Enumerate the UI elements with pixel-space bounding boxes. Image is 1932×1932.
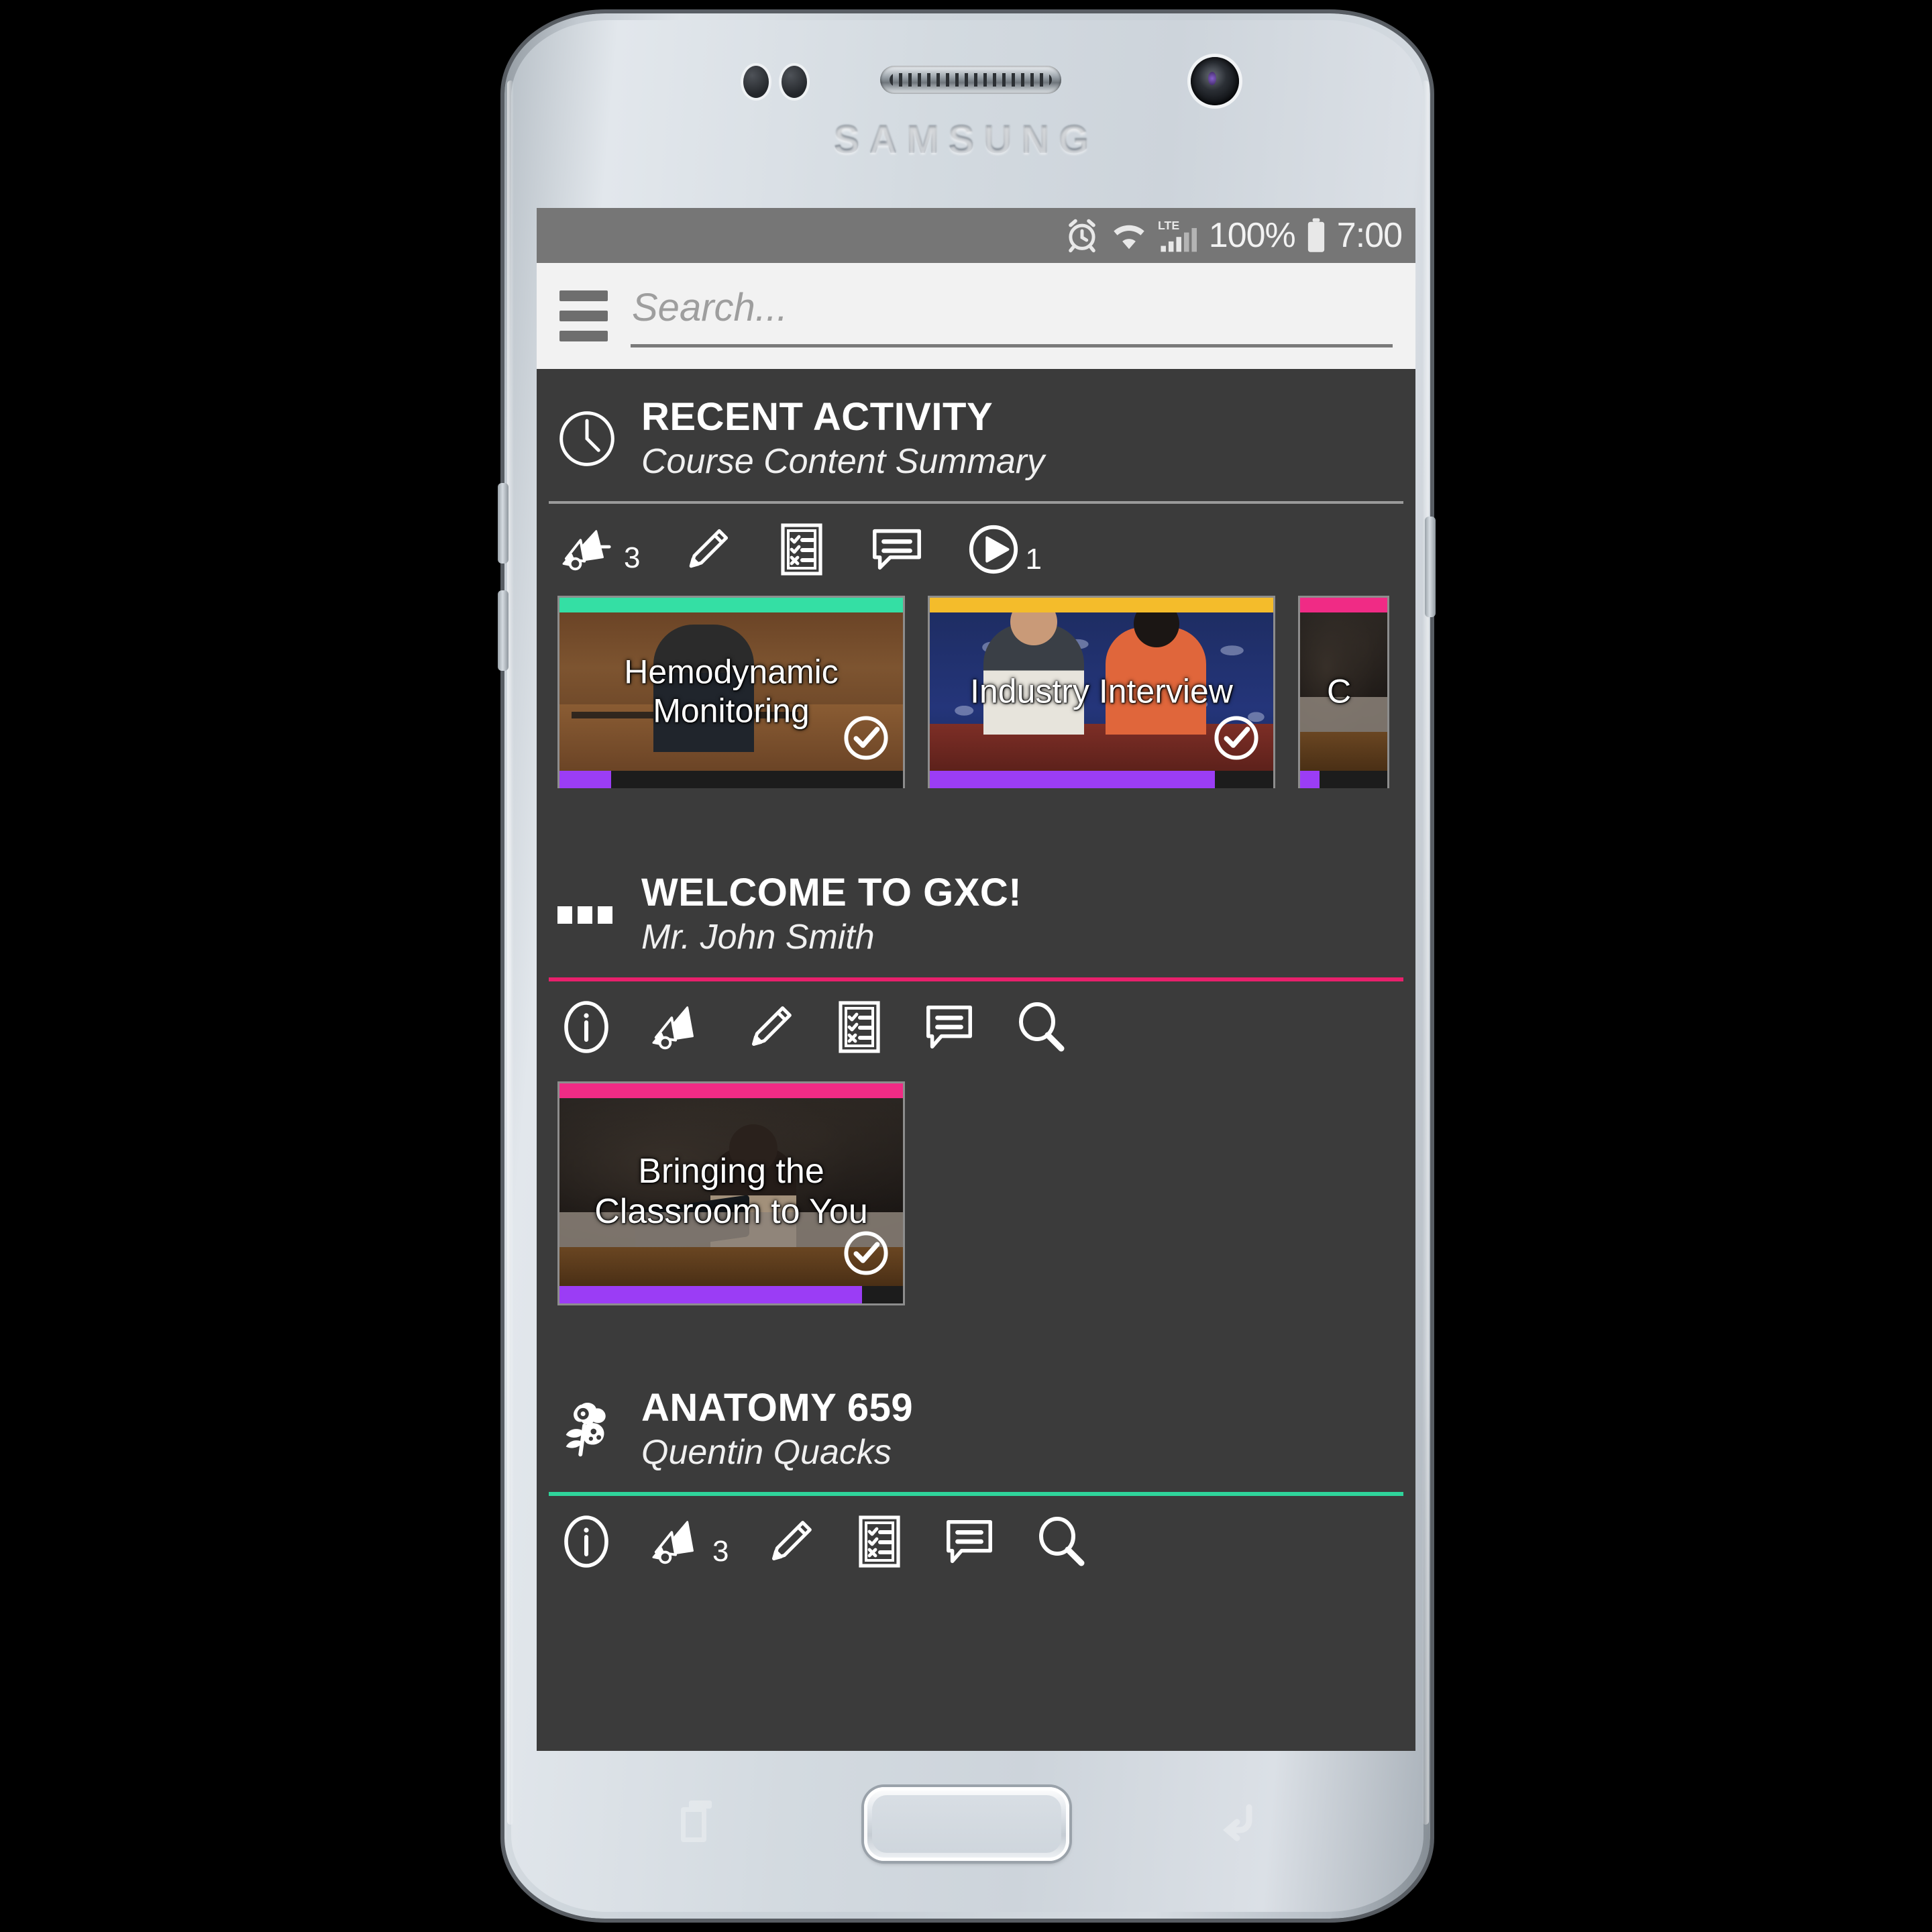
section-header-welcome-gxc[interactable]: WELCOME TO GXC! Mr. John Smith: [537, 845, 1415, 970]
volume-up-button[interactable]: [498, 483, 508, 564]
section-title: WELCOME TO GXC!: [641, 871, 1022, 915]
info-icon[interactable]: [559, 999, 613, 1055]
section-subtitle: Mr. John Smith: [641, 918, 875, 957]
checklist-icon[interactable]: [775, 521, 828, 578]
battery-full-icon: [1305, 217, 1328, 254]
screenshot-canvas: SAMSUNG LTE 100% 7:00 Search... RECENT A…: [0, 0, 1932, 1932]
card-progress-fill: [559, 1285, 862, 1303]
flower-icon: [555, 1398, 619, 1461]
alarm-clock-icon: [1064, 217, 1100, 254]
checklist-icon[interactable]: [853, 1513, 906, 1570]
back-arrow-icon[interactable]: [1214, 1796, 1261, 1845]
card-thumbnail: Industry Interview: [930, 612, 1273, 771]
proximity-sensor-icon: [743, 66, 769, 98]
power-button[interactable]: [1425, 517, 1436, 617]
phone-screen: LTE 100% 7:00 Search... RECENT ACTIVITY …: [537, 208, 1415, 1751]
card-title: C: [1327, 672, 1352, 710]
card-thumbnail: Bringing the Classroom to You: [559, 1097, 903, 1286]
clock-time-label: 7:00: [1336, 216, 1403, 255]
card-thumbnail: C: [1300, 612, 1387, 771]
chat-icon[interactable]: [920, 1000, 978, 1055]
recents-icon[interactable]: [674, 1798, 713, 1845]
section-header-anatomy-659[interactable]: ANATOMY 659 Quentin Quacks: [537, 1360, 1415, 1485]
card-list-gxc[interactable]: Bringing the Classroom to You: [537, 1065, 1415, 1303]
section-header-recent-activity[interactable]: RECENT ACTIVITY Course Content Summary: [537, 369, 1415, 494]
content-scroll-area[interactable]: RECENT ACTIVITY Course Content Summary 3: [537, 369, 1415, 1751]
megaphone-icon[interactable]: 3: [648, 1514, 729, 1569]
chat-icon[interactable]: [868, 523, 926, 576]
action-icon-row-gxc: [537, 981, 1415, 1065]
card-thumbnail: Hemodynamic Monitoring: [559, 612, 903, 771]
card-title: Industry Interview: [970, 672, 1233, 710]
hamburger-menu-icon[interactable]: [559, 290, 608, 341]
megaphone-icon[interactable]: 3: [559, 523, 640, 576]
section-subtitle: Course Content Summary: [641, 441, 1045, 481]
card-progress-fill: [930, 771, 1215, 789]
card-accent-bar: [559, 1083, 903, 1098]
card-progress-track: [559, 1285, 903, 1303]
home-button[interactable]: [864, 1787, 1069, 1861]
completed-check-icon: [844, 716, 888, 761]
card-progress-track: [930, 771, 1273, 789]
info-icon[interactable]: [559, 1513, 613, 1570]
volume-down-button[interactable]: [498, 590, 508, 671]
pencil-icon[interactable]: [743, 999, 798, 1055]
completed-check-icon: [844, 1231, 888, 1275]
battery-percent-label: 100%: [1208, 216, 1296, 255]
content-card[interactable]: Hemodynamic Monitoring: [559, 598, 903, 789]
badge-count: 3: [712, 1535, 729, 1568]
action-icon-row-anatomy: 3: [537, 1496, 1415, 1579]
card-progress-fill: [1300, 771, 1320, 789]
badge-count: 3: [624, 541, 641, 575]
status-bar: LTE 100% 7:00: [537, 208, 1415, 263]
section-subtitle: Quentin Quacks: [641, 1432, 892, 1472]
search-icon[interactable]: [1013, 999, 1069, 1055]
card-accent-bar: [930, 598, 1273, 613]
card-carousel-recent[interactable]: Hemodynamic Monitoring Industry Intervie…: [537, 587, 1415, 789]
megaphone-icon[interactable]: [648, 1000, 708, 1055]
cellular-signal-icon: LTE: [1158, 217, 1199, 254]
svg-text:LTE: LTE: [1158, 219, 1179, 232]
front-camera-icon: [1191, 57, 1239, 105]
card-accent-bar: [1300, 598, 1387, 613]
completed-check-icon: [1214, 716, 1258, 761]
badge-count: 1: [1025, 543, 1042, 576]
card-title: Bringing the Classroom to You: [594, 1152, 868, 1231]
action-icon-row-recent: 3 1: [537, 504, 1415, 587]
card-accent-bar: [559, 598, 903, 613]
search-icon[interactable]: [1033, 1513, 1089, 1570]
card-progress-track: [1300, 771, 1387, 789]
play-icon[interactable]: 1: [966, 522, 1042, 577]
checklist-icon[interactable]: [833, 999, 885, 1055]
section-title: ANATOMY 659: [641, 1385, 914, 1430]
earpiece-speaker: [880, 66, 1061, 94]
card-progress-fill: [559, 771, 611, 789]
section-title: RECENT ACTIVITY: [641, 395, 994, 439]
speaker-grille: [890, 73, 1052, 87]
search-field-wrapper: [631, 284, 1395, 347]
card-progress-track: [559, 771, 903, 789]
app-search-bar: [537, 263, 1415, 369]
bars-icon: [555, 883, 619, 946]
content-card[interactable]: Industry Interview: [930, 598, 1273, 789]
wifi-icon: [1110, 219, 1148, 252]
device-brand-label: SAMSUNG: [0, 117, 1932, 162]
pencil-icon[interactable]: [680, 523, 735, 576]
clock-icon: [555, 407, 619, 470]
search-input[interactable]: [631, 284, 1395, 331]
chat-icon[interactable]: [941, 1514, 998, 1569]
content-card[interactable]: Bringing the Classroom to You: [559, 1083, 903, 1303]
content-card[interactable]: C: [1300, 598, 1387, 789]
light-sensor-icon: [782, 66, 807, 98]
pencil-icon[interactable]: [763, 1513, 818, 1570]
